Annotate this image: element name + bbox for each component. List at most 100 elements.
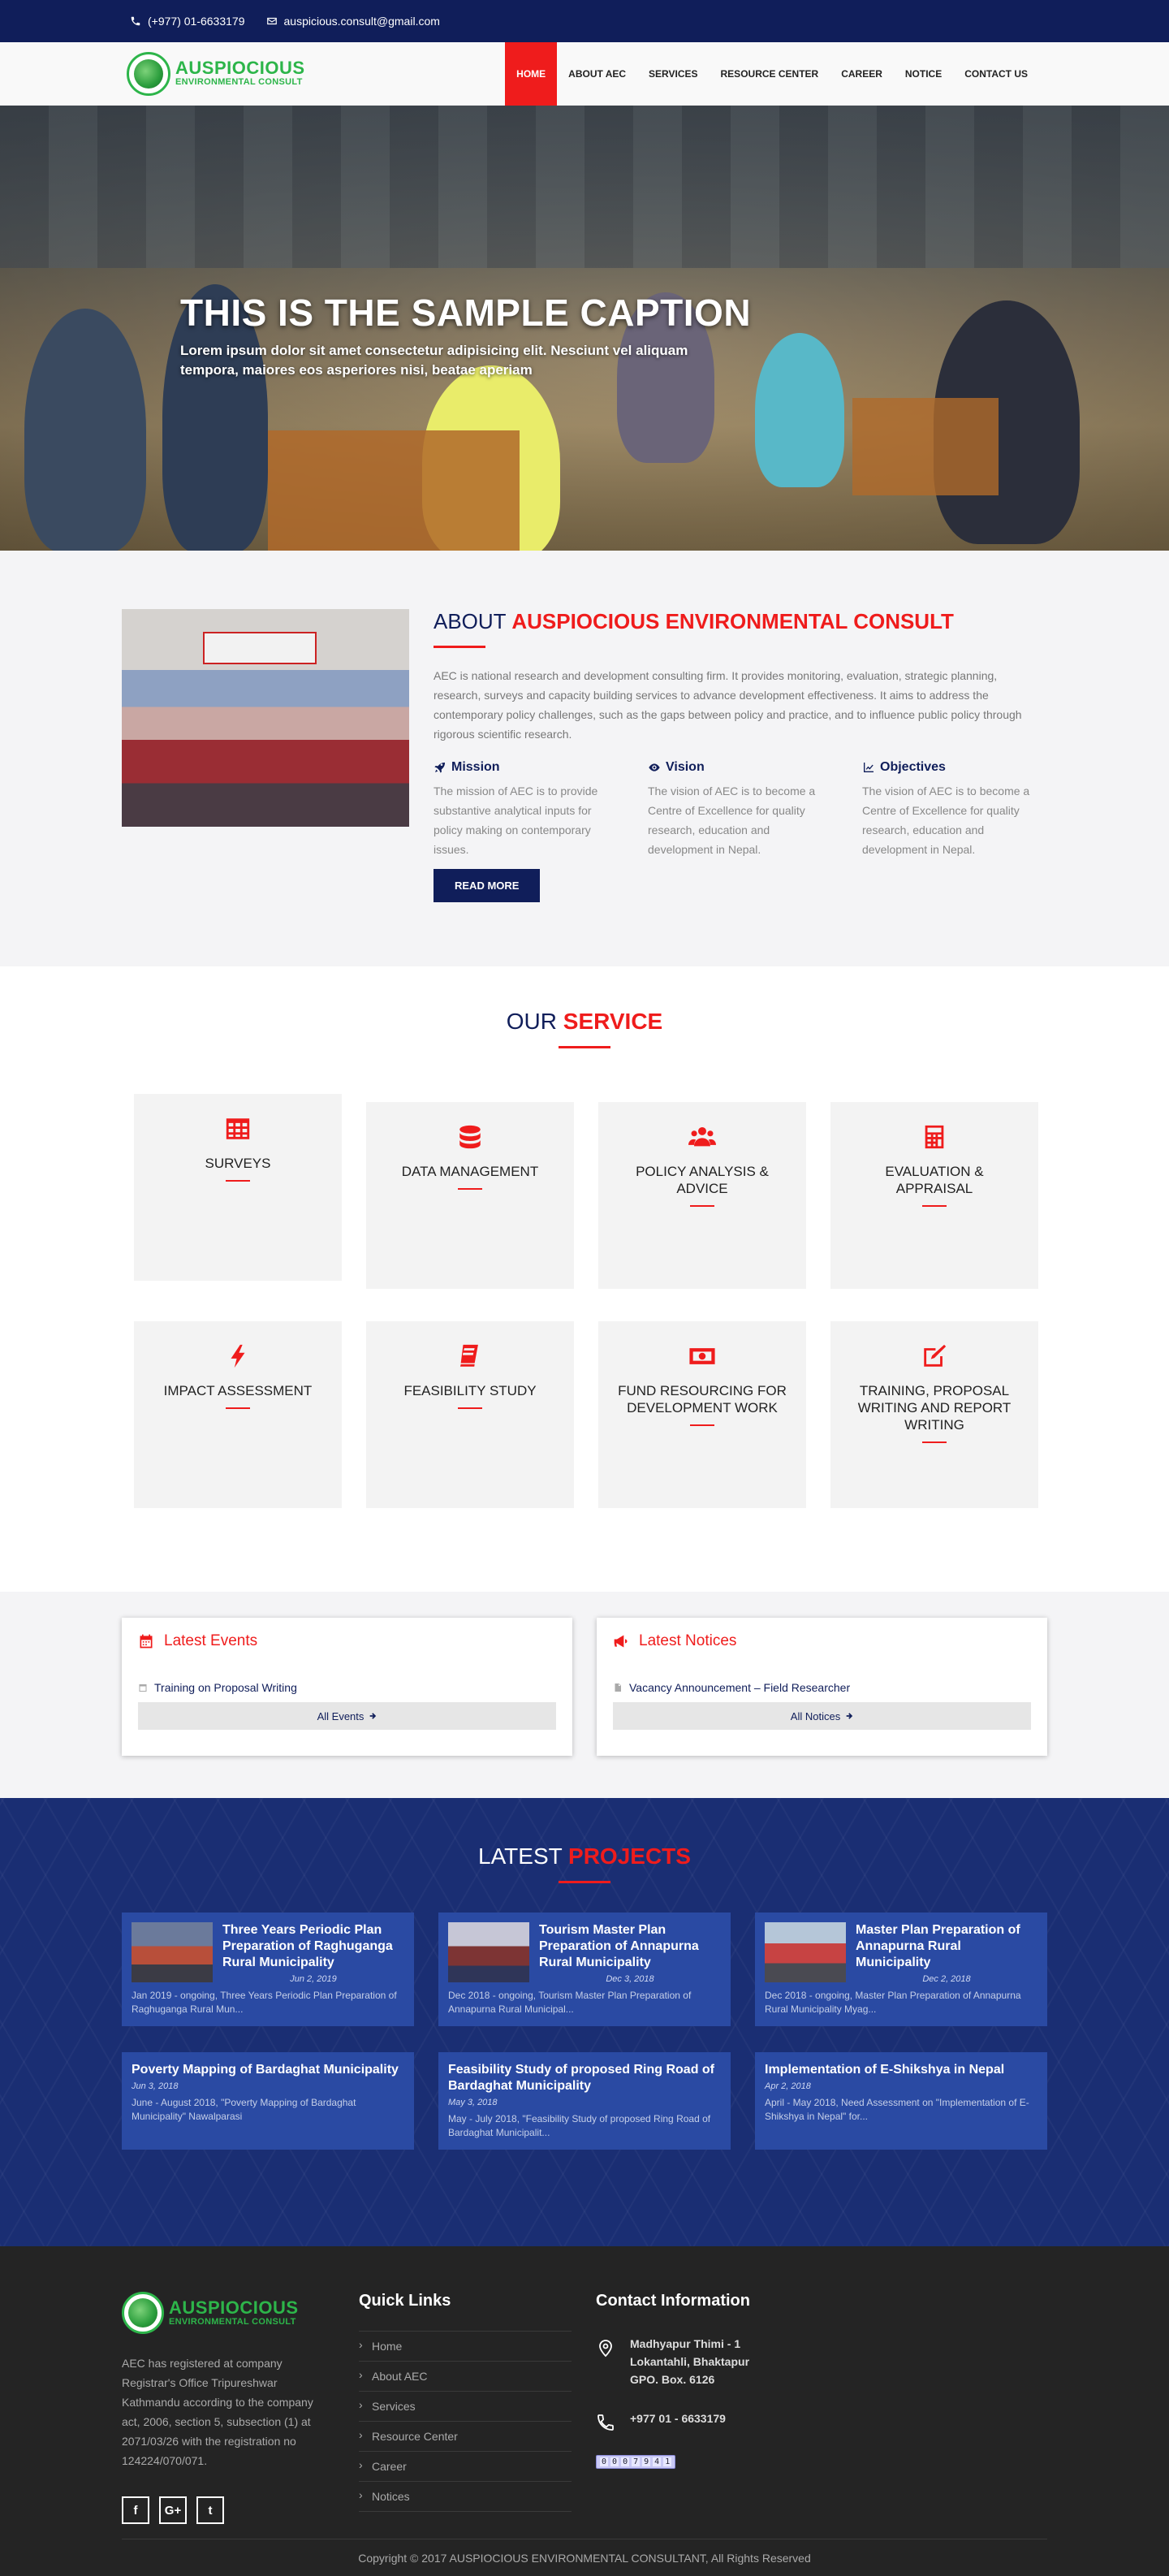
hero-text: Lorem ipsum dolor sit amet consectetur a… [180,343,688,378]
project-title[interactable]: Poverty Mapping of Bardaghat Municipalit… [132,2062,404,2078]
project-date: Apr 2, 2018 [765,2081,811,2091]
footer-about-text: AEC has registered at company Registrar'… [122,2357,313,2467]
services-section: OUR SERVICE SURVEYS DATA MANAGEMENT POLI… [0,966,1169,1592]
services-grid: SURVEYS DATA MANAGEMENT POLICY ANALYSIS … [134,1094,1169,1508]
service-card-impact-assessment[interactable]: IMPACT ASSESSMENT [134,1321,342,1508]
footer-link-home[interactable]: Home [359,2331,572,2362]
nav-item-contact[interactable]: CONTACT US [953,42,1039,106]
nav-item-resource-center[interactable]: RESOURCE CENTER [710,42,830,106]
edit-icon [924,1344,947,1367]
project-title[interactable]: Tourism Master Plan Preparation of Annap… [539,1922,721,1971]
mission-block: Mission The mission of AEC is to provide… [434,760,619,859]
copyright: Copyright © 2017 AUSPIOCIOUS ENVIRONMENT… [122,2539,1047,2576]
project-thumbnail[interactable] [765,1922,846,1982]
project-title[interactable]: Implementation of E-Shikshya in Nepal [765,2062,1037,2078]
service-name: POLICY ANALYSIS & ADVICE [636,1164,769,1196]
service-card-data-management[interactable]: DATA MANAGEMENT [366,1102,574,1289]
calculator-icon [925,1125,944,1149]
service-card-fund-resourcing[interactable]: FUND RESOURCING FOR DEVELOPMENT WORK [598,1321,806,1508]
vision-text: The vision of AEC is to become a Centre … [648,784,816,856]
project-thumbnail[interactable] [132,1922,213,1982]
project-date: Jun 3, 2018 [132,2081,179,2091]
all-events-button[interactable]: All Events [138,1702,556,1730]
project-title[interactable]: Master Plan Preparation of Annapurna Rur… [856,1922,1037,1971]
footer-link-resource-center[interactable]: Resource Center [359,2421,572,2452]
service-name: TRAINING, PROPOSAL WRITING AND REPORT WR… [857,1383,1012,1433]
mission-text: The mission of AEC is to provide substan… [434,784,598,856]
nav-item-notice[interactable]: NOTICE [894,42,953,106]
map-pin-icon [599,2340,612,2358]
all-notices-button[interactable]: All Notices [613,1702,1031,1730]
topbar-email[interactable]: auspicious.consult@gmail.com [266,15,440,28]
footer-link-about[interactable]: About AEC [359,2361,572,2392]
facebook-icon[interactable]: f [122,2496,149,2524]
project-title[interactable]: Three Years Periodic Plan Preparation of… [222,1922,404,1971]
notice-item[interactable]: Vacancy Announcement – Field Researcher [613,1681,1031,1694]
contact-phone[interactable]: +977 01 - 6633179 [596,2410,839,2432]
google-plus-icon[interactable]: G+ [159,2496,187,2524]
book-icon [459,1344,478,1367]
nav-item-home[interactable]: HOME [505,41,558,106]
project-card[interactable]: Tourism Master Plan Preparation of Annap… [438,1913,731,2026]
lightning-icon [231,1344,245,1368]
project-card[interactable]: Poverty Mapping of Bardaghat Municipalit… [122,2052,414,2150]
project-excerpt: Jan 2019 - ongoing, Three Years Periodic… [132,1990,397,2015]
about-section: ABOUT AUSPIOCIOUS ENVIRONMENTAL CONSULT … [0,551,1169,966]
quick-links-title: Quick Links [359,2292,451,2310]
project-card[interactable]: Master Plan Preparation of Annapurna Rur… [755,1913,1047,2026]
calendar-icon [140,1634,153,1649]
project-excerpt: Dec 2018 - ongoing, Tourism Master Plan … [448,1990,692,2015]
services-title-underline [559,1046,610,1048]
footer-contact: Contact Information Madhyapur Thimi - 1 … [596,2292,839,2524]
footer-logo[interactable]: AUSPIOCIOUS ENVIRONMENTAL CONSULT [122,2292,359,2334]
project-thumbnail[interactable] [448,1922,529,1982]
footer-logo-tagline: ENVIRONMENTAL CONSULT [169,2316,296,2327]
project-date: Dec 3, 2018 [606,1974,654,1984]
footer-link-services[interactable]: Services [359,2391,572,2422]
event-item[interactable]: Training on Proposal Writing [138,1681,556,1694]
project-date: Jun 2, 2019 [290,1974,337,1984]
phone-icon [131,16,140,26]
mission-title: Mission [451,760,500,774]
footer-link-notices[interactable]: Notices [359,2481,572,2512]
service-card-training[interactable]: TRAINING, PROPOSAL WRITING AND REPORT WR… [830,1321,1038,1508]
hero-photo-figure [24,309,146,551]
service-name: DATA MANAGEMENT [401,1164,539,1179]
project-card[interactable]: Three Years Periodic Plan Preparation of… [122,1913,414,2026]
event-item-title: Training on Proposal Writing [154,1681,297,1694]
service-card-policy-analysis[interactable]: POLICY ANALYSIS & ADVICE [598,1102,806,1289]
nav-menu: HOME ABOUT AEC SERVICES RESOURCE CENTER … [505,41,1039,106]
service-card-feasibility-study[interactable]: FEASIBILITY STUDY [366,1321,574,1508]
project-card[interactable]: Implementation of E-Shikshya in Nepal Ap… [755,2052,1047,2150]
line-chart-icon [864,763,874,772]
logo-tagline: ENVIRONMENTAL CONSULT [175,77,303,87]
nav-item-about[interactable]: ABOUT AEC [557,42,637,106]
nav-item-services[interactable]: SERVICES [637,42,709,106]
project-date: Dec 2, 2018 [922,1974,971,1984]
latest-projects-section: LATEST PROJECTS Three Years Periodic Pla… [0,1798,1169,2246]
visitor-counter: 0007941 [596,2455,676,2469]
project-title[interactable]: Feasibility Study of proposed Ring Road … [448,2062,721,2094]
service-card-surveys[interactable]: SURVEYS [134,1094,342,1281]
service-card-evaluation[interactable]: EVALUATION & APPRAISAL [830,1102,1038,1289]
twitter-icon[interactable]: t [196,2496,224,2524]
latest-notices-panel: Latest Notices Vacancy Announcement – Fi… [597,1618,1047,1756]
address-line-2: Lokantahli, Bhaktapur [630,2355,750,2368]
footer-link-career[interactable]: Career [359,2451,572,2482]
social-links: f G+ t [122,2496,359,2524]
site-logo[interactable]: AUSPIOCIOUS ENVIRONMENTAL CONSULT [127,51,305,96]
address-line-3: GPO. Box. 6126 [630,2373,715,2386]
project-card[interactable]: Feasibility Study of proposed Ring Road … [438,2052,731,2150]
vision-title: Vision [666,760,705,774]
contact-info-title: Contact Information [596,2292,750,2310]
hero-photo-figure [755,333,844,487]
about-title-underline [434,646,485,648]
topbar-phone[interactable]: (+977) 01-6633179 [130,15,245,28]
arrow-right-icon [370,1713,377,1719]
nav-item-career[interactable]: CAREER [830,42,894,106]
footer-quick-links: Quick Links Home About AEC Services Reso… [359,2292,596,2524]
main-navbar: AUSPIOCIOUS ENVIRONMENTAL CONSULT HOME A… [0,41,1169,106]
mission-vision-objectives: Mission The mission of AEC is to provide… [434,760,1047,859]
eye-icon [649,763,660,772]
read-more-button[interactable]: READ MORE [434,869,541,902]
